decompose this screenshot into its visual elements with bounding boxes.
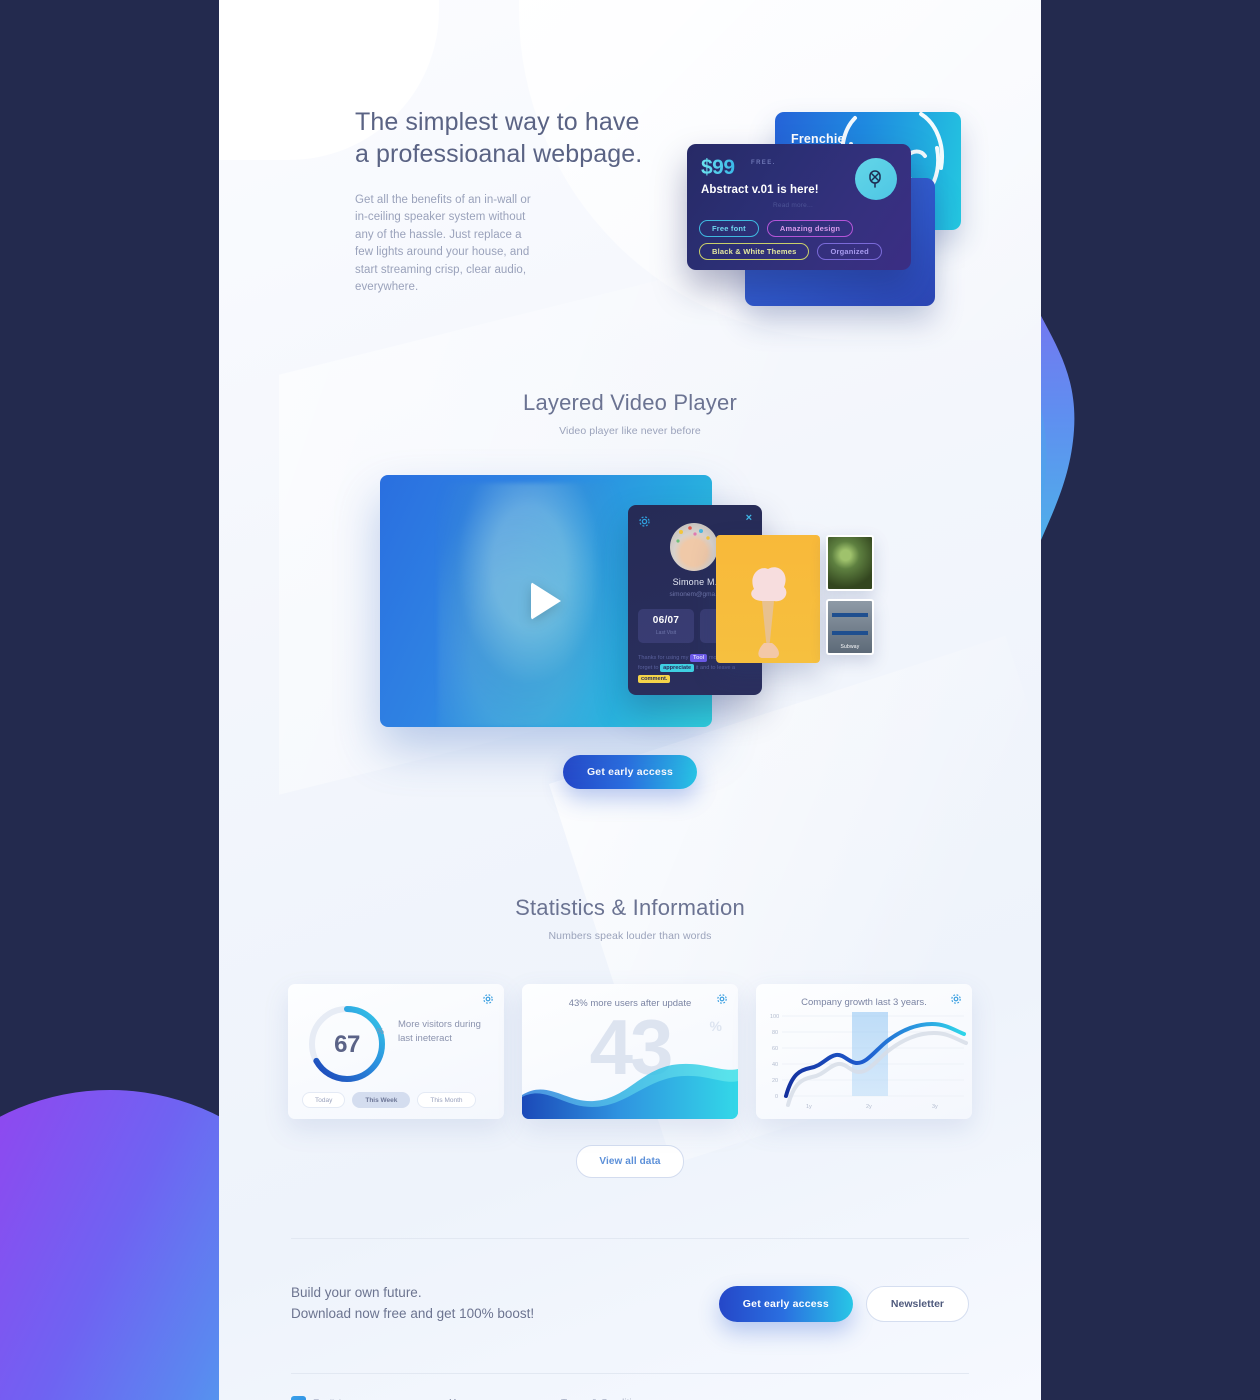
view-all-data-button[interactable]: View all data xyxy=(576,1145,684,1178)
hero-card-badge xyxy=(855,158,897,200)
thumbnail-subway[interactable]: Subway xyxy=(826,599,874,655)
donut-chart: 67 % xyxy=(304,1001,390,1087)
video-section-subtitle: Video player like never before xyxy=(559,425,701,437)
stat-card-growth: Company growth last 3 years. 100 80 60 4… xyxy=(756,984,972,1119)
video-section-title: Layered Video Player xyxy=(523,390,737,415)
video-player-composition: × Simone M. simonem@gma... 06/07 Last Vi… xyxy=(380,475,880,727)
statistics-cards-row: 67 % More visitors during last ineteract… xyxy=(219,984,1041,1119)
landing-page: The simplest way to have a professioanal… xyxy=(219,0,1041,1400)
hero-card-price-note: FREE. xyxy=(751,160,776,166)
hero-card-headline: Abstract v.01 is here! xyxy=(701,184,819,196)
chat-highlight-appreciate: appreciate xyxy=(660,664,695,673)
popsicle-icon xyxy=(869,170,881,188)
footer-cta-text: Build your own future. Download now free… xyxy=(291,1283,534,1325)
get-early-access-button[interactable]: Get early access xyxy=(562,755,698,789)
language-selector[interactable]: EN English ▾ xyxy=(291,1395,356,1400)
thumbnail-column: Subway xyxy=(826,535,874,663)
hero-card-tags: Free font Amazing design Black & White T… xyxy=(699,220,905,260)
svg-text:20: 20 xyxy=(772,1078,778,1084)
cta-divider xyxy=(291,1238,969,1239)
hero-card-subline: Read more... xyxy=(773,202,813,209)
chat-text-3a: leave a xyxy=(717,665,736,672)
svg-text:3y: 3y xyxy=(932,1104,938,1110)
chat-text-1a: Thanks for using my xyxy=(638,655,689,661)
footer-divider xyxy=(291,1372,969,1374)
donut-unit: % xyxy=(376,1027,384,1036)
footer-cta-line2: Download now free and get 100% boost! xyxy=(291,1305,535,1321)
ice-cream-cone-icon xyxy=(751,567,787,658)
video-cta-wrap: Get early access xyxy=(219,755,1041,789)
confetti-decoration-icon xyxy=(676,526,710,543)
newsletter-button[interactable]: Newsletter xyxy=(865,1285,969,1322)
profile-stat-last-visit: 06/07 Last Visit xyxy=(638,609,694,643)
chat-highlight-tool: Tool xyxy=(689,654,708,662)
hero-card-price: $99 xyxy=(701,156,735,179)
footer-get-early-access-button[interactable]: Get early access xyxy=(718,1285,853,1322)
hero-tag-organized[interactable]: Organized xyxy=(817,243,882,260)
close-icon[interactable]: × xyxy=(746,513,752,524)
thumbnail-caption: Subway xyxy=(840,644,860,650)
hero-section: The simplest way to have a professioanal… xyxy=(219,0,1041,330)
svg-text:0: 0 xyxy=(775,1094,778,1100)
line-chart: 100 80 60 40 20 0 1y 2y 3y xyxy=(770,1012,968,1110)
statistics-title: Statistics & Information xyxy=(515,895,745,920)
view-all-wrap: View all data xyxy=(219,1145,1041,1178)
gear-icon[interactable] xyxy=(638,515,651,528)
stat-period-tabs: Today This Week This Month xyxy=(302,1092,476,1108)
svg-text:100: 100 xyxy=(770,1014,779,1020)
chat-text-2b: it and to xyxy=(695,665,716,672)
svg-text:80: 80 xyxy=(772,1030,778,1036)
play-icon[interactable] xyxy=(531,582,561,620)
stat-card-users-unit: % xyxy=(709,1018,722,1034)
gear-icon[interactable] xyxy=(482,993,494,1005)
hero-tag-bw-themes[interactable]: Black & White Themes xyxy=(699,243,810,260)
statistics-subtitle: Numbers speak louder than words xyxy=(548,930,712,942)
chat-highlight-comment: comment. xyxy=(638,674,671,683)
svg-text:2y: 2y xyxy=(866,1104,872,1110)
hero-title: The simplest way to have a professioanal… xyxy=(355,108,643,168)
footer-cta-buttons: Get early access Newsletter xyxy=(718,1285,969,1322)
area-wave-chart xyxy=(522,1063,738,1119)
video-section: Layered Video Player Video player like n… xyxy=(219,330,1041,789)
tab-this-week[interactable]: This Week xyxy=(352,1092,411,1108)
hero-body-text: Get all the benefits of an in-wall or in… xyxy=(355,194,531,294)
avatar xyxy=(670,523,718,571)
stat-card-visitors: 67 % More visitors during last ineteract… xyxy=(288,984,504,1119)
tab-this-month[interactable]: This Month xyxy=(417,1092,476,1108)
hero-tag-amazing-design[interactable]: Amazing design xyxy=(766,220,854,237)
footer-cta-section: Build your own future. Download now free… xyxy=(291,1283,969,1325)
stat-card-users: 43% more users after update 43 % xyxy=(522,984,738,1119)
thumbnail-leaves[interactable] xyxy=(826,535,874,591)
hero-card-stack: Frenchie $99 FREE. Abstract v.01 is here… xyxy=(687,104,977,314)
hero-card-abstract[interactable]: $99 FREE. Abstract v.01 is here! Read mo… xyxy=(687,144,911,270)
stat-card-visitors-caption: More visitors during last ineteract xyxy=(398,1019,481,1045)
svg-text:40: 40 xyxy=(772,1062,778,1068)
svg-text:60: 60 xyxy=(772,1046,778,1052)
hero-tag-free-font[interactable]: Free font xyxy=(699,220,759,237)
profile-stat-value: 06/07 xyxy=(652,615,680,626)
language-flag-icon: EN xyxy=(291,1395,306,1400)
statistics-section: Statistics & Information Numbers speak l… xyxy=(219,789,1041,1178)
tab-today[interactable]: Today xyxy=(302,1092,346,1108)
footer-cta-line1: Build your own future. xyxy=(291,1285,422,1300)
svg-text:1y: 1y xyxy=(806,1104,812,1110)
icecream-photo-card xyxy=(716,535,820,663)
site-footer: EN English ▾ xyxy=(291,1395,969,1400)
profile-stat-label: Last Visit xyxy=(655,630,677,636)
